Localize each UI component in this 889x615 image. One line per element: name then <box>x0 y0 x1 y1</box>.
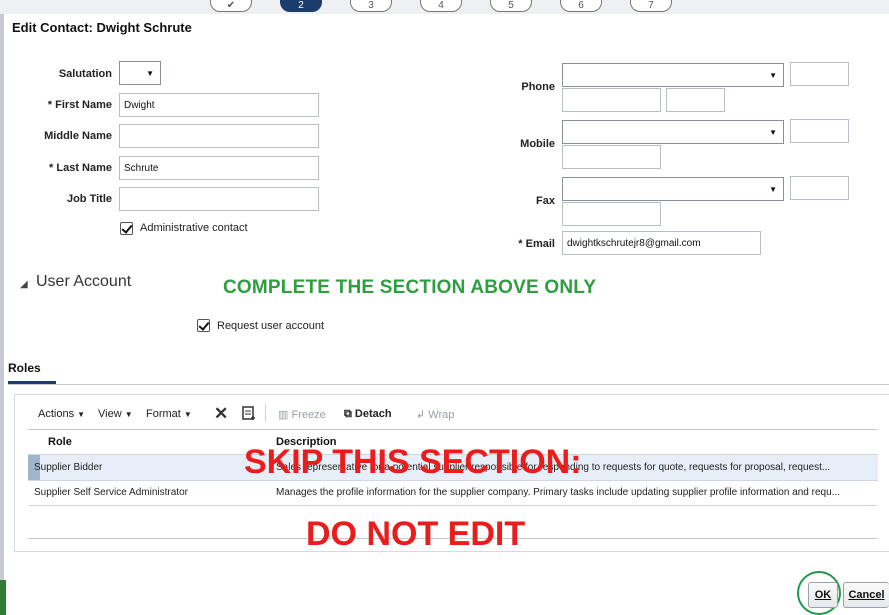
detach-icon: ⧉ <box>344 408 352 420</box>
last-name-label: * Last Name <box>49 162 112 174</box>
fax-country-select[interactable]: ▼ <box>562 177 784 201</box>
fax-area-code-field[interactable] <box>790 176 849 200</box>
last-name-field[interactable] <box>119 156 319 180</box>
chevron-down-icon: ▼ <box>146 69 154 78</box>
phone-number-field[interactable] <box>562 88 661 112</box>
request-user-account-label: Request user account <box>217 320 325 332</box>
phone-country-select[interactable]: ▼ <box>562 63 784 87</box>
freeze-button[interactable]: ▥ Freeze <box>278 408 326 421</box>
phone-area-code-field[interactable] <box>790 62 849 86</box>
request-user-account-checkbox[interactable] <box>197 319 210 332</box>
step-5[interactable]: 5 <box>490 0 532 12</box>
step-4[interactable]: 4 <box>420 0 462 12</box>
train-stepper: ✔ 2 3 4 5 6 7 <box>0 0 889 14</box>
user-account-header[interactable]: User Account <box>36 273 131 291</box>
wrap-button[interactable]: ↲ Wrap <box>416 408 454 421</box>
first-name-field[interactable] <box>119 93 319 117</box>
chevron-down-icon: ▼ <box>124 410 133 419</box>
mobile-number-field[interactable] <box>562 145 661 169</box>
phone-extension-field[interactable] <box>666 88 725 112</box>
view-menu[interactable]: View ▼ <box>98 408 133 420</box>
administrative-contact-label: Administrative contact <box>140 222 248 234</box>
annotation-do-not-edit: DO NOT EDIT <box>306 515 526 553</box>
email-label: * Email <box>518 238 555 250</box>
salutation-select[interactable]: ▼ <box>119 61 161 85</box>
dialog-title: Edit Contact: Dwight Schrute <box>12 20 192 35</box>
email-field[interactable] <box>562 231 761 255</box>
table-row[interactable]: Supplier Self Service Administrator Mana… <box>28 480 878 506</box>
column-header-role[interactable]: Role <box>48 436 72 448</box>
fax-number-field[interactable] <box>562 202 661 226</box>
step-2[interactable]: 2 <box>280 0 322 12</box>
background-edge <box>0 14 4 615</box>
chevron-down-icon: ▼ <box>769 71 777 80</box>
administrative-contact-checkbox[interactable] <box>120 222 133 235</box>
job-title-field[interactable] <box>119 187 319 211</box>
chevron-down-icon: ▼ <box>769 128 777 137</box>
tab-roles[interactable]: Roles <box>8 361 41 375</box>
description-cell: Manages the profile information for the … <box>276 487 840 498</box>
format-menu[interactable]: Format ▼ <box>146 408 192 420</box>
phone-label: Phone <box>521 81 555 93</box>
detach-button[interactable]: ⧉ Detach <box>344 408 392 421</box>
mobile-area-code-field[interactable] <box>790 119 849 143</box>
step-7[interactable]: 7 <box>630 0 672 12</box>
mobile-country-select[interactable]: ▼ <box>562 120 784 144</box>
chevron-down-icon: ▼ <box>769 185 777 194</box>
first-name-label: * First Name <box>47 99 112 111</box>
cancel-button[interactable]: Cancel <box>843 582 889 608</box>
chevron-down-icon: ▼ <box>77 410 86 419</box>
check-icon: ✔ <box>226 0 236 11</box>
collapse-triangle-icon[interactable]: ◢ <box>20 279 28 290</box>
fax-label: Fax <box>536 195 555 207</box>
annotation-skip-section: SKIP THIS SECTION: <box>244 443 582 481</box>
annotation-complete-above: COMPLETE THE SECTION ABOVE ONLY <box>223 277 597 298</box>
mobile-label: Mobile <box>520 138 555 150</box>
step-6[interactable]: 6 <box>560 0 602 12</box>
chevron-down-icon: ▼ <box>183 410 192 419</box>
role-cell: Supplier Bidder <box>34 462 103 473</box>
divider <box>8 384 889 385</box>
delete-icon[interactable]: ✕ <box>214 404 228 424</box>
table-top-border <box>28 429 878 430</box>
job-title-label: Job Title <box>66 193 112 205</box>
step-1[interactable]: ✔ <box>210 0 252 12</box>
wrap-icon: ↲ <box>416 409 426 421</box>
step-3[interactable]: 3 <box>350 0 392 12</box>
actions-menu[interactable]: Actions ▼ <box>38 408 85 420</box>
middle-name-field[interactable] <box>119 124 319 148</box>
ok-button[interactable]: OK <box>808 582 838 608</box>
add-row-icon[interactable] <box>242 406 256 425</box>
freeze-icon: ▥ <box>278 409 289 421</box>
toolbar-separator <box>265 404 266 422</box>
salutation-label: Salutation <box>58 68 112 80</box>
middle-name-label: Middle Name <box>44 130 112 142</box>
background-green-strip <box>0 580 6 615</box>
role-cell: Supplier Self Service Administrator <box>34 487 188 498</box>
